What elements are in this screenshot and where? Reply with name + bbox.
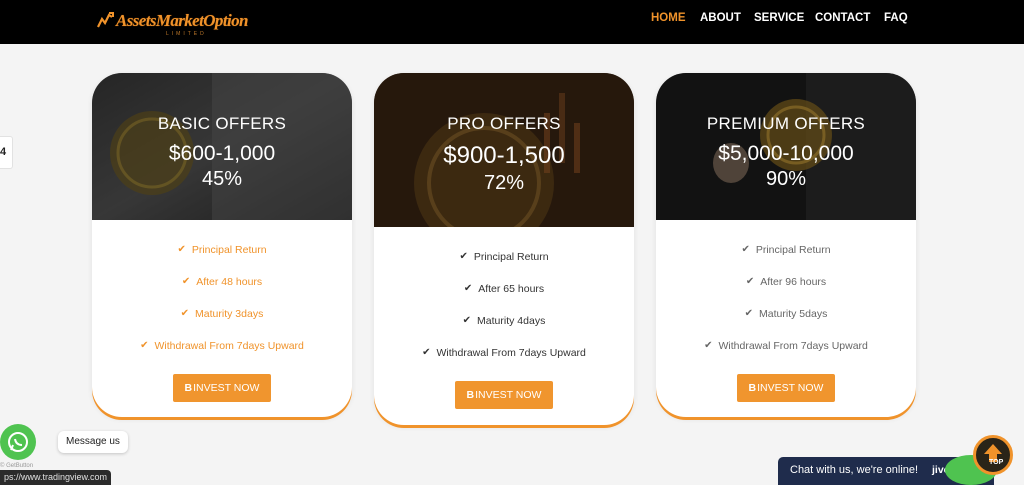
list-item: ✔ Principal Return [374, 241, 634, 273]
nav-service-link[interactable]: SERVICE [754, 12, 804, 24]
whatsapp-button[interactable] [0, 424, 36, 460]
invest-now-button[interactable]: BINVEST NOW [172, 374, 272, 402]
invest-now-button[interactable]: BINVEST NOW [454, 381, 554, 409]
nav-contact-link[interactable]: CONTACT [815, 12, 870, 24]
list-item: ✔ Withdrawal From 7days Upward [374, 337, 634, 369]
list-item: ✔ After 65 hours [374, 273, 634, 305]
feature-text: Maturity 3days [195, 308, 264, 320]
check-icon: ✔ [180, 308, 190, 319]
plan-price: $900-1,500 [443, 142, 565, 169]
plan-card-header: PRO OFFERS $900-1,500 72% [374, 73, 634, 227]
plan-percent: 72% [483, 172, 525, 194]
plan-card-pro: PRO OFFERS $900-1,500 72% ✔ Principal Re… [374, 73, 634, 425]
feature-text: Withdrawal From 7days Upward [436, 347, 586, 359]
nav-about-link[interactable]: ABOUT [700, 12, 741, 24]
check-icon: ✔ [704, 340, 713, 351]
feature-text: After 48 hours [196, 276, 263, 288]
site-logo[interactable]: AssetsMarketOption LIMITED [96, 7, 248, 37]
plan-card-body: ✔ Principal Return ✔ After 96 hours ✔ Ma… [656, 220, 916, 402]
plan-card-body: ✔ Principal Return ✔ After 65 hours ✔ Ma… [374, 227, 634, 409]
nav-faq-link[interactable]: FAQ [884, 12, 908, 24]
feature-text: Principal Return [191, 244, 267, 256]
side-tab-glyph: 4 [0, 146, 7, 158]
plan-card-header: BASIC OFFERS $600-1,000 45% [92, 73, 352, 220]
check-icon: ✔ [140, 340, 149, 351]
bitcoin-icon: B [184, 382, 193, 394]
list-item: ✔ Maturity 3days [92, 298, 352, 330]
logo-subtitle: LIMITED [166, 31, 207, 37]
check-icon: ✔ [462, 315, 472, 326]
status-url-bar: ps://www.tradingview.com [0, 470, 112, 485]
plan-percent: 45% [201, 168, 243, 190]
feature-text: Withdrawal From 7days Upward [718, 340, 868, 352]
plan-card-body: ✔ Principal Return ✔ After 48 hours ✔ Ma… [92, 220, 352, 402]
feature-text: Principal Return [755, 244, 831, 256]
plan-price: $5,000-10,000 [718, 142, 854, 165]
logo-text: AssetsMarketOption [116, 11, 248, 30]
plan-title: PREMIUM OFFERS [706, 114, 866, 133]
check-icon: ✔ [745, 276, 755, 287]
feature-text: Maturity 5days [759, 308, 828, 320]
chat-status-text: Chat with us, we're online! [790, 464, 919, 476]
back-to-top-button[interactable]: TOP [973, 435, 1013, 475]
plan-percent: 90% [765, 168, 807, 190]
plan-title: BASIC OFFERS [157, 114, 287, 133]
invest-now-button[interactable]: BINVEST NOW [736, 374, 836, 402]
feature-text: Maturity 4days [477, 315, 546, 327]
list-item: ✔ Withdrawal From 7days Upward [92, 330, 352, 362]
invest-button-label: INVEST NOW [757, 382, 824, 394]
feature-text: Withdrawal From 7days Upward [154, 340, 304, 352]
bitcoin-icon: B [466, 389, 475, 401]
list-item: ✔ Principal Return [656, 234, 916, 266]
nav-home-link[interactable]: HOME [651, 12, 686, 24]
arrow-up-icon [984, 444, 1002, 462]
whatsapp-message-bubble[interactable]: Message us [58, 431, 128, 453]
plan-card-header: PREMIUM OFFERS $5,000-10,000 90% [656, 73, 916, 220]
list-item: ✔ After 96 hours [656, 266, 916, 298]
feature-text: After 96 hours [760, 276, 827, 288]
check-icon: ✔ [741, 244, 750, 255]
list-item: ✔ Maturity 4days [374, 305, 634, 337]
list-item: ✔ Withdrawal From 7days Upward [656, 330, 916, 362]
feature-text: Principal Return [473, 251, 549, 263]
check-icon: ✔ [744, 308, 754, 319]
check-icon: ✔ [459, 251, 468, 262]
check-icon: ✔ [422, 347, 431, 358]
bull-logo-icon [96, 11, 114, 31]
plan-card-premium: PREMIUM OFFERS $5,000-10,000 90% ✔ Princ… [656, 73, 916, 417]
check-icon: ✔ [463, 283, 473, 294]
check-icon: ✔ [181, 276, 191, 287]
feature-text: After 65 hours [478, 283, 545, 295]
list-item: ✔ Principal Return [92, 234, 352, 266]
plan-price: $600-1,000 [168, 142, 276, 165]
check-icon: ✔ [177, 244, 186, 255]
plan-card-basic: BASIC OFFERS $600-1,000 45% ✔ Principal … [92, 73, 352, 417]
plan-title: PRO OFFERS [447, 114, 561, 133]
bitcoin-icon: B [748, 382, 757, 394]
side-edge-tab[interactable]: 4 [0, 136, 13, 169]
list-item: ✔ After 48 hours [92, 266, 352, 298]
invest-button-label: INVEST NOW [193, 382, 260, 394]
invest-button-label: INVEST NOW [475, 389, 542, 401]
top-label: TOP [989, 459, 1004, 466]
getbutton-credit[interactable]: © GetButton [0, 463, 33, 469]
list-item: ✔ Maturity 5days [656, 298, 916, 330]
whatsapp-icon [8, 432, 28, 452]
top-navbar: AssetsMarketOption LIMITED HOME ABOUT SE… [0, 0, 1024, 44]
